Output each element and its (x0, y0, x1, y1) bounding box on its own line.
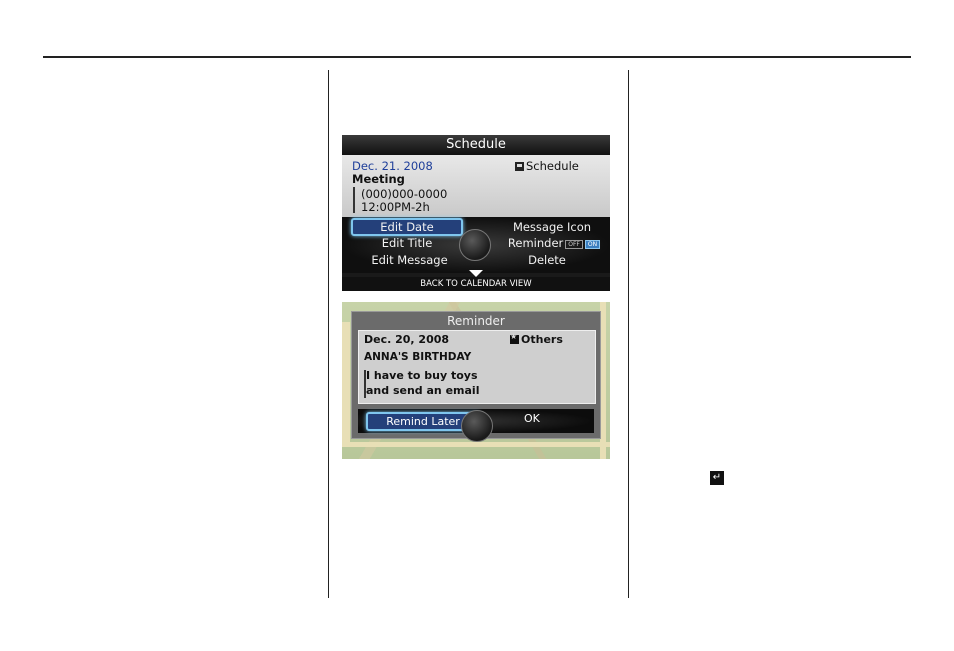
message-bar (353, 187, 355, 213)
reminder-off-indicator: OFF (565, 240, 583, 249)
schedule-date: Dec. 21. 2008 (352, 159, 433, 173)
schedule-category: Schedule (515, 159, 579, 173)
reminder-toggle[interactable]: Reminder OFF ON (498, 236, 610, 250)
reminder-screen: Reminder Dec. 20, 2008 Others ANNA'S BIR… (342, 302, 610, 459)
reminder-event-title: ANNA'S BIRTHDAY (364, 351, 472, 363)
reminder-date: Dec. 20, 2008 (364, 333, 450, 346)
reminder-title: Reminder (447, 314, 505, 328)
reminder-message-line-2: and send an email (366, 384, 480, 397)
reminder-label: Reminder (507, 236, 564, 250)
edit-title-button[interactable]: Edit Title (352, 236, 462, 250)
ok-button[interactable]: OK (524, 412, 540, 425)
reminder-category-label: Others (521, 333, 563, 346)
reminder-category: Others (510, 332, 563, 346)
interface-dial-knob[interactable] (459, 229, 491, 261)
edit-date-button[interactable]: Edit Date (351, 218, 463, 236)
schedule-event-title: Meeting (352, 172, 405, 186)
reminder-on-indicator: ON (584, 240, 601, 249)
schedule-message-line-1: (000)000-0000 (361, 187, 448, 201)
map-road (342, 442, 610, 447)
schedule-category-label: Schedule (526, 159, 579, 173)
reminder-detail-panel: Dec. 20, 2008 Others ANNA'S BIRTHDAY I h… (358, 330, 596, 404)
schedule-menu: Edit Date Edit Title Edit Message Messag… (342, 217, 610, 273)
column-divider-right (628, 70, 629, 598)
edit-message-button[interactable]: Edit Message (352, 253, 467, 267)
column-divider-left (328, 70, 329, 598)
schedule-title: Schedule (342, 135, 610, 155)
schedule-message-line-2: 12:00PM-2h (361, 200, 430, 214)
reminder-message-line-1: I have to buy toys (366, 369, 478, 382)
arrow-down-icon (469, 270, 483, 277)
reminder-popup: Reminder Dec. 20, 2008 Others ANNA'S BIR… (351, 311, 601, 442)
schedule-screen: Schedule Dec. 21. 2008 Schedule Meeting … (342, 135, 610, 291)
schedule-icon (515, 162, 524, 171)
star-icon (510, 332, 519, 344)
message-icon-button[interactable]: Message Icon (502, 220, 602, 234)
back-to-calendar-button[interactable]: BACK TO CALENDAR VIEW (342, 277, 610, 291)
delete-button[interactable]: Delete (507, 253, 587, 267)
reminder-menu: Remind Later OK (358, 409, 594, 442)
header-rule (43, 56, 911, 58)
map-road (342, 322, 350, 442)
enter-icon: ↵ (710, 471, 724, 485)
schedule-detail-panel: Dec. 21. 2008 Schedule Meeting (000)000-… (342, 155, 610, 217)
interface-dial-knob[interactable] (461, 410, 493, 442)
